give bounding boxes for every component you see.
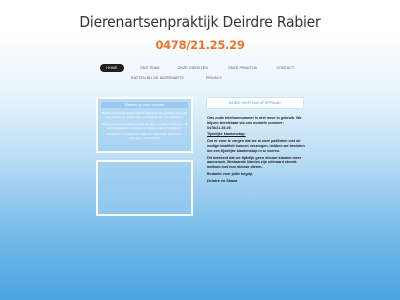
nav-item-home[interactable]: Home — [100, 63, 124, 72]
thanks-text: Bedankt voor jullie begrip. — [207, 171, 254, 176]
nav-item-onze-praktijk[interactable]: Onze praktijk — [225, 64, 260, 72]
phone-notice: Ons oude telefoonnummer is niet meer in … — [207, 116, 302, 130]
client-stop-text: Om er voor te zorgen dat we al onze pati… — [207, 139, 305, 153]
empty-box — [96, 160, 193, 216]
nav-item-ratten[interactable]: Ratten bij de dierenarts — [128, 74, 187, 82]
nav-item-onze-diensten[interactable]: Onze diensten — [175, 64, 211, 72]
welcome-paragraph: Wij werken op afspraak zodat we voldoend… — [106, 132, 183, 140]
site-title: Dierenartsenpraktijk Deirdre Rabier — [79, 13, 321, 31]
nav-item-ons-team[interactable]: Ons team — [137, 64, 163, 72]
nav-row-2: Ratten bij de dierenarts Privacy — [100, 73, 310, 82]
welcome-paragraph: Bij Dierenartsenpraktijk Deirdre Rabier … — [101, 111, 188, 119]
client-stop-text: Dit betekent dat we tijdelijk geen nieuw… — [207, 155, 302, 170]
book-appointment-button[interactable]: Boek hier uw afspraak — [206, 97, 304, 109]
welcome-box: Welkom op onze website! Bij Dierenartsen… — [96, 97, 193, 153]
nav-item-contact[interactable]: Contact — [273, 64, 297, 72]
phone-number: 0478/21.25.29 — [155, 38, 245, 52]
info-text: Ons oude telefoonnummer is niet meer in … — [207, 116, 307, 186]
welcome-paragraph: Naast gezelschapsdieren zoals honden en … — [101, 121, 188, 130]
nav-row-1: Home Ons team Onze diensten Onze praktij… — [100, 63, 310, 72]
main-nav: Home Ons team Onze diensten Onze praktij… — [100, 63, 310, 83]
welcome-heading: Welkom op onze website! — [101, 102, 188, 108]
client-stop-heading: Tijdelijke klantenstop: — [207, 132, 246, 137]
nav-item-privacy[interactable]: Privacy — [203, 74, 225, 82]
signature-text: Deirdre en Shana — [207, 178, 238, 183]
